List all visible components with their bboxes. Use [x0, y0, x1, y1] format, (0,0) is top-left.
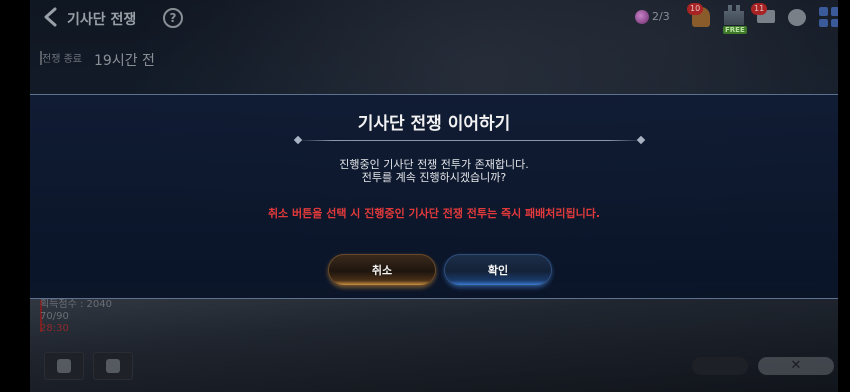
- help-icon[interactable]: ?: [163, 8, 183, 28]
- top-hud: 기사단 전쟁 ? 2/3 10 FREE 11: [30, 0, 839, 36]
- dialog-warning: 취소 버튼을 선택 시 진행중인 기사단 전쟁 전투는 즉시 패배처리됩니다.: [267, 207, 601, 220]
- confirm-button[interactable]: 확인: [444, 254, 552, 286]
- war-status-label: 전쟁 종료: [42, 54, 82, 65]
- trophy-button[interactable]: [93, 352, 133, 380]
- cancel-button[interactable]: 취소: [328, 254, 436, 286]
- divider-ornament-right: [636, 135, 646, 145]
- chat-icon[interactable]: [788, 9, 806, 26]
- timer-text: 28:30: [40, 323, 69, 334]
- dialog-message: 진행중인 기사단 전쟁 전투가 존재합니다. 전투를 계속 진행하시겠습니까?: [30, 158, 838, 184]
- page-title: 기사단 전쟁: [67, 12, 137, 28]
- energy-text: 70/90: [40, 311, 69, 322]
- castle-icon[interactable]: [724, 5, 744, 25]
- continue-battle-dialog: 기사단 전쟁 이어하기 진행중인 기사단 전쟁 전투가 존재합니다. 전투를 계…: [30, 94, 838, 299]
- game-screen: 기사단 전쟁 ? 2/3 10 FREE 11 전쟁 종료 19시간 전 획득점…: [0, 0, 850, 392]
- gem-count: 2/3: [652, 10, 670, 23]
- bell-badge: 10: [687, 3, 704, 15]
- stats-button[interactable]: [44, 352, 84, 380]
- dialog-message-line1: 진행중인 기사단 전쟁 전투가 존재합니다.: [339, 158, 529, 171]
- dialog-title: 기사단 전쟁 이어하기: [357, 114, 511, 134]
- divider-ornament-left: [293, 135, 303, 145]
- bottom-info: 획득점수 : 2040 70/90 28:30: [40, 299, 112, 335]
- left-letterbox: [0, 0, 30, 392]
- right-letterbox: [838, 0, 850, 392]
- back-arrow-icon[interactable]: [40, 6, 62, 28]
- mail-badge: 11: [751, 3, 768, 15]
- dialog-message-line2: 전투를 계속 진행하시겠습니까?: [361, 171, 507, 184]
- title-divider: [298, 140, 643, 141]
- free-tag: FREE: [723, 26, 747, 34]
- shield-button[interactable]: [692, 357, 748, 375]
- war-status-time: 19시간 전: [94, 53, 155, 69]
- gem-icon: [635, 10, 649, 24]
- stats-icon: [57, 359, 71, 373]
- trophy-icon: [106, 359, 120, 373]
- menu-grid-icon[interactable]: [819, 7, 839, 27]
- score-text: 획득점수 : 2040: [40, 299, 112, 310]
- close-button[interactable]: ✕: [758, 357, 834, 375]
